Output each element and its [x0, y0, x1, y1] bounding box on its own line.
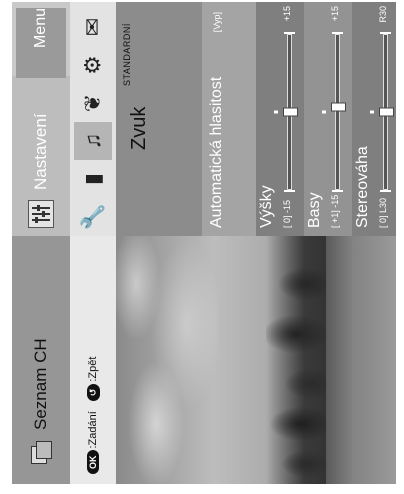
sound-mode: STANDARDNÍ	[122, 23, 132, 86]
header-bar: Seznam CH Nastavení Menu	[12, 2, 70, 484]
treble-min: -15	[282, 199, 292, 213]
auto-volume-label: Automatická hlasitost	[208, 76, 225, 228]
treble-row[interactable]: Výšky [ 0] -15 +15	[256, 2, 304, 236]
balance-min: L30	[378, 197, 388, 213]
picture-icon[interactable]: ▮	[74, 160, 112, 198]
menu-title: Menu	[16, 8, 66, 78]
treble-slider-knob[interactable]	[283, 107, 298, 117]
balance-slider[interactable]	[370, 34, 394, 190]
bass-center-tick	[322, 110, 326, 114]
leaf-icon[interactable]: ❦	[74, 84, 112, 122]
wrench-icon[interactable]: 🔧	[74, 198, 112, 236]
mail-icon[interactable]: ✉	[74, 8, 112, 46]
back-button-badge: ↺	[86, 383, 100, 402]
balance-value: [ 0]	[378, 215, 388, 228]
tv-menu-frame: Seznam CH Nastavení Menu OK :Zadání ↺ :Z…	[12, 2, 396, 484]
balance-slider-knob[interactable]	[379, 107, 394, 117]
bass-row[interactable]: Basy [ +1] -15 +15	[304, 2, 352, 236]
treble-range-min: [ 0] -15	[282, 200, 292, 228]
treble-slider[interactable]	[274, 34, 298, 190]
sound-settings-panel: Zvuk STANDARDNÍ Automatická hlasitost [V…	[116, 2, 396, 236]
bass-min: -15	[330, 194, 340, 208]
sound-icon[interactable]: ♫	[74, 122, 112, 160]
balance-range-min: [ 0] L30	[378, 198, 388, 228]
auto-volume-row[interactable]: Automatická hlasitost [Vyp]	[202, 2, 256, 236]
channel-list-icon	[29, 440, 53, 466]
balance-max: R30	[378, 6, 388, 23]
settings-sliders-icon	[28, 200, 54, 228]
ok-hint-label: :Zadání	[87, 411, 99, 449]
tv-menu-stage: Seznam CH Nastavení Menu OK :Zadání ↺ :Z…	[0, 0, 404, 494]
ok-button-badge: OK	[87, 450, 99, 474]
treble-center-tick	[274, 110, 278, 114]
bass-slider-knob[interactable]	[331, 102, 346, 112]
treble-label: Výšky	[258, 185, 275, 228]
photo-field	[326, 236, 396, 484]
settings-category-row: 🔧 ▮ ♫ ❦ ⚙ ✉	[70, 2, 116, 236]
tab-channel-list-label: Seznam CH	[31, 338, 50, 430]
auto-volume-value: [Vyp]	[212, 12, 222, 33]
treble-max: +15	[282, 6, 292, 22]
background-photo	[116, 236, 396, 484]
balance-center-tick	[370, 110, 374, 114]
tab-channel-list[interactable]: Seznam CH	[12, 238, 70, 474]
gear-icon[interactable]: ⚙	[74, 46, 112, 84]
bass-label: Basy	[306, 192, 323, 228]
tab-settings-label: Nastavení	[31, 113, 50, 190]
tab-settings[interactable]: Nastavení	[12, 76, 70, 236]
bass-range-min: [ +1] -15	[330, 195, 340, 228]
balance-row[interactable]: Stereováha [ 0] L30 R30	[352, 2, 396, 236]
bass-max: +15	[330, 6, 340, 22]
section-title: Zvuk	[128, 106, 150, 150]
balance-label: Stereováha	[354, 146, 371, 228]
treble-value: [ 0]	[282, 215, 292, 228]
hint-bar: OK :Zadání ↺ :Zpět	[70, 236, 116, 484]
bass-slider[interactable]	[322, 34, 346, 190]
bass-value: [ +1]	[330, 210, 340, 228]
back-hint-label: :Zpět	[87, 356, 99, 382]
